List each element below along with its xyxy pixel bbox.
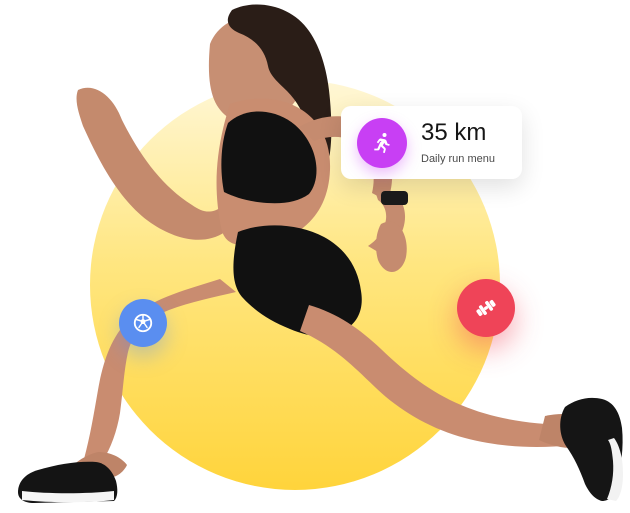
running-person-icon (357, 117, 407, 168)
runner-body (68, 4, 594, 480)
daily-run-text: 35 km Daily run menu (421, 119, 495, 165)
fitness-hero: 35 km Daily run menu (0, 0, 630, 513)
running-person-glyph (374, 132, 390, 153)
soccer-badge[interactable] (119, 299, 167, 347)
runner-illustration (18, 4, 623, 503)
dumbbell-badge[interactable] (457, 279, 515, 337)
soccer-ball-icon (133, 313, 153, 333)
distance-label: Daily run menu (421, 152, 495, 165)
dumbbell-icon (476, 299, 496, 317)
distance-value: 35 km (421, 119, 487, 147)
daily-run-card: 35 km Daily run menu (341, 106, 522, 179)
